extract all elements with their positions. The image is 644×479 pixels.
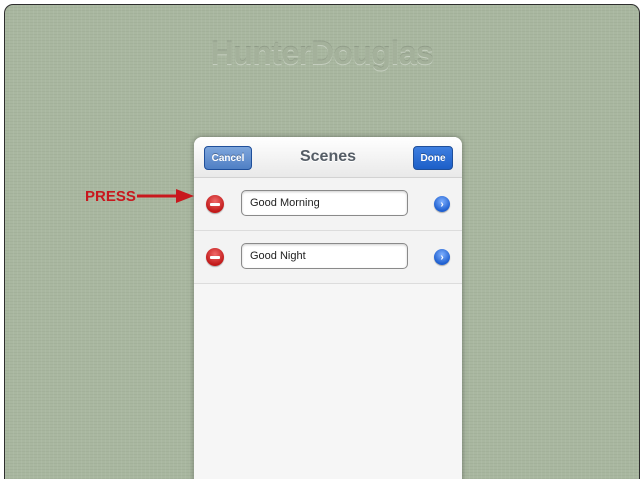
scene-row: › — [194, 178, 462, 231]
chevron-right-circle-icon: › — [440, 198, 444, 210]
brand-logo: HunterDouglas — [210, 35, 434, 71]
delete-scene-button[interactable] — [206, 248, 224, 266]
scene-list: › › — [194, 178, 462, 284]
scene-name-field[interactable] — [241, 190, 408, 216]
chevron-right-circle-icon: › — [440, 251, 444, 263]
scene-detail-button[interactable]: › — [434, 196, 450, 212]
press-label: PRESS — [85, 187, 136, 205]
press-annotation: PRESS — [85, 187, 196, 205]
done-button[interactable]: Done — [413, 146, 453, 170]
minus-circle-icon — [210, 202, 220, 206]
arrow-right-icon — [136, 189, 194, 203]
scene-row: › — [194, 231, 462, 284]
dialog-header: Cancel Scenes Done — [194, 137, 462, 178]
delete-scene-button[interactable] — [206, 195, 224, 213]
scenes-dialog: Cancel Scenes Done › › — [194, 137, 462, 479]
scene-detail-button[interactable]: › — [434, 249, 450, 265]
scene-name-field[interactable] — [241, 243, 408, 269]
minus-circle-icon — [210, 255, 220, 259]
device-screen: HunterDouglas Cancel Scenes Done › — [4, 4, 640, 479]
